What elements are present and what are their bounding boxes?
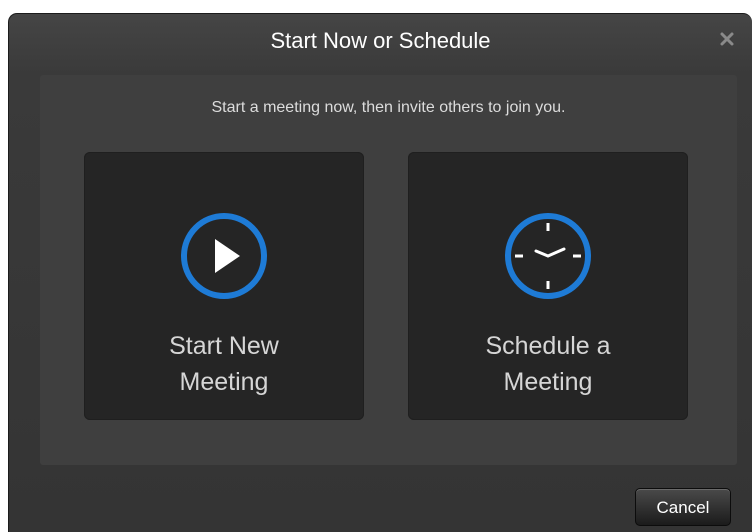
schedule-meeting-label: Schedule a Meeting — [408, 328, 688, 400]
clock-icon — [502, 210, 594, 302]
start-new-meeting-label: Start New Meeting — [84, 328, 364, 400]
start-new-meeting-button[interactable]: Start New Meeting — [84, 152, 364, 420]
options-panel: Start a meeting now, then invite others … — [40, 75, 737, 465]
cancel-button[interactable]: Cancel — [635, 488, 731, 526]
dialog-subtitle: Start a meeting now, then invite others … — [211, 99, 566, 116]
start-label-line2: Meeting — [179, 368, 269, 396]
schedule-meeting-button[interactable]: Schedule a Meeting — [408, 152, 688, 420]
schedule-label-line1: Schedule a — [485, 332, 611, 360]
play-icon — [178, 210, 270, 302]
dialog-title: Start Now or Schedule — [270, 28, 491, 53]
close-icon[interactable] — [718, 30, 736, 48]
start-or-schedule-dialog: Start Now or Schedule Start a meeting no… — [8, 13, 752, 532]
start-label-line1: Start New — [169, 332, 279, 360]
schedule-label-line2: Meeting — [503, 368, 593, 396]
